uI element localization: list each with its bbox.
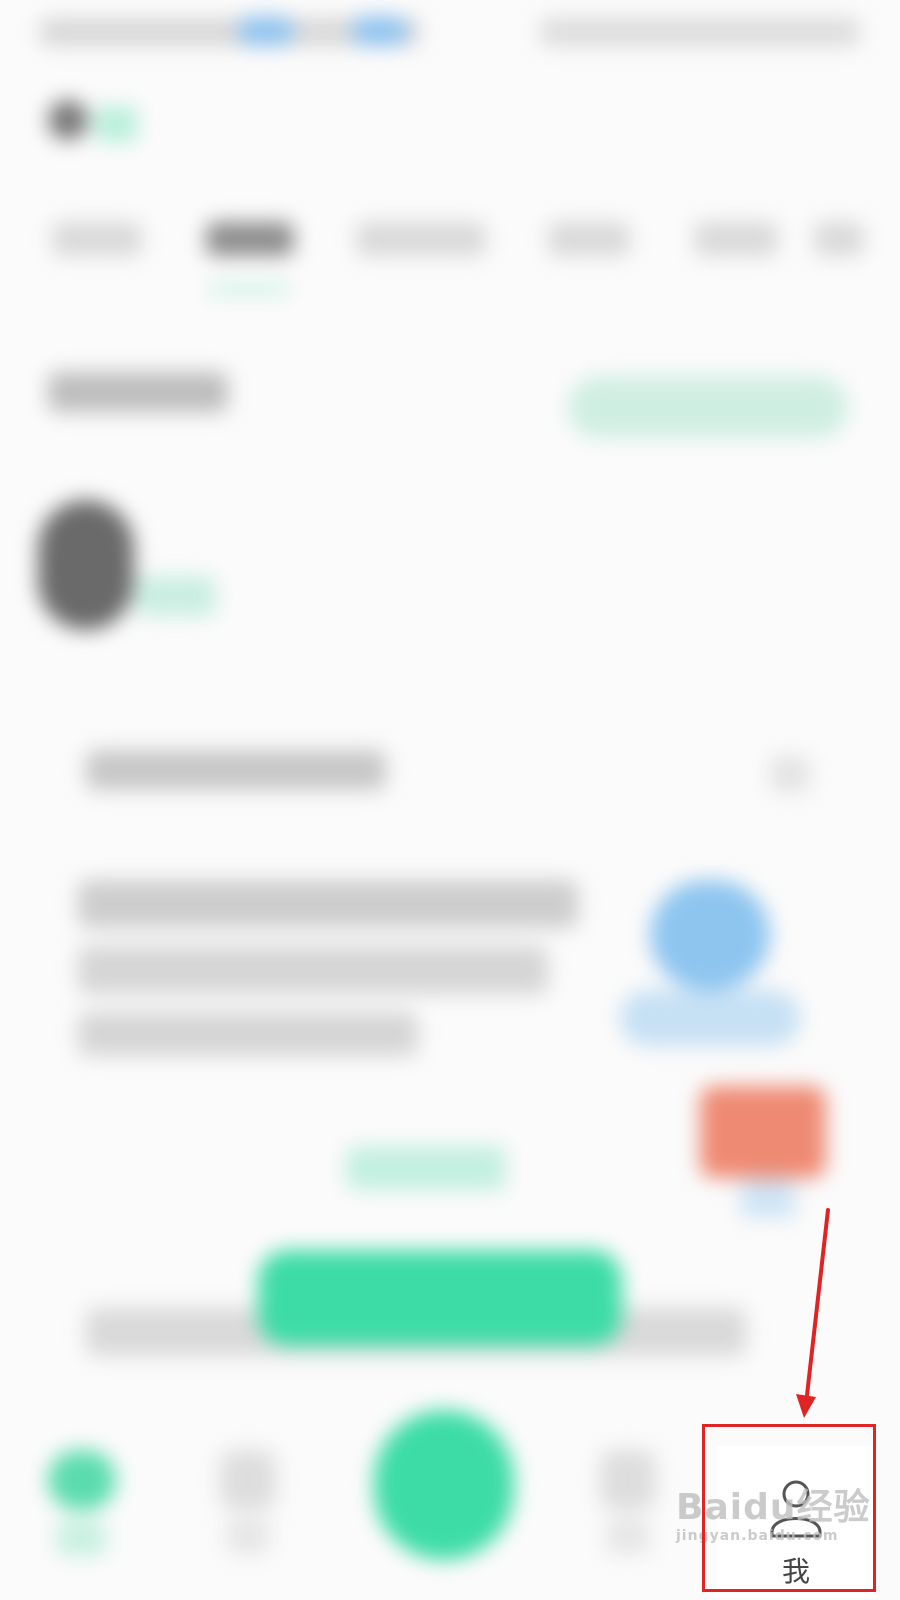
section-title (48, 372, 228, 412)
app-logo (48, 100, 88, 140)
app-logo-text (94, 106, 138, 142)
card-title (86, 750, 386, 790)
blurred-app-content (0, 0, 900, 1600)
card-avatar (650, 880, 770, 990)
card-link[interactable] (346, 1146, 506, 1190)
nav-center-button[interactable] (374, 1410, 514, 1560)
tab-underline (208, 284, 290, 294)
big-number-unit (136, 576, 216, 616)
app-screen: 我 Baidu经验 jingyan.baidu.com (0, 0, 900, 1600)
card-avatar-caption (620, 990, 800, 1046)
card-text-line (78, 946, 548, 994)
tab[interactable] (356, 222, 486, 256)
nav-item-label (226, 1518, 270, 1554)
nav-item-icon[interactable] (600, 1450, 656, 1510)
tab[interactable] (814, 222, 864, 256)
tab[interactable] (694, 222, 778, 256)
tab[interactable] (548, 222, 630, 256)
primary-button[interactable] (258, 1250, 622, 1346)
status-bar-right (540, 18, 860, 46)
tab-active[interactable] (206, 222, 294, 256)
tab[interactable] (52, 222, 142, 256)
big-number (38, 500, 134, 630)
card-text-line (78, 1012, 418, 1056)
nav-item-icon[interactable] (220, 1450, 276, 1510)
annotation-highlight-box (702, 1424, 876, 1592)
section-button[interactable] (568, 376, 848, 438)
nav-home-icon[interactable] (48, 1450, 116, 1510)
status-indicator (352, 16, 408, 46)
nav-item-label (606, 1518, 650, 1554)
status-indicator (238, 16, 294, 46)
floating-badge-caption (740, 1178, 796, 1218)
card-text-line (78, 880, 578, 928)
close-icon[interactable] (770, 756, 810, 792)
floating-badge[interactable] (700, 1086, 826, 1178)
nav-home-label (56, 1520, 106, 1556)
